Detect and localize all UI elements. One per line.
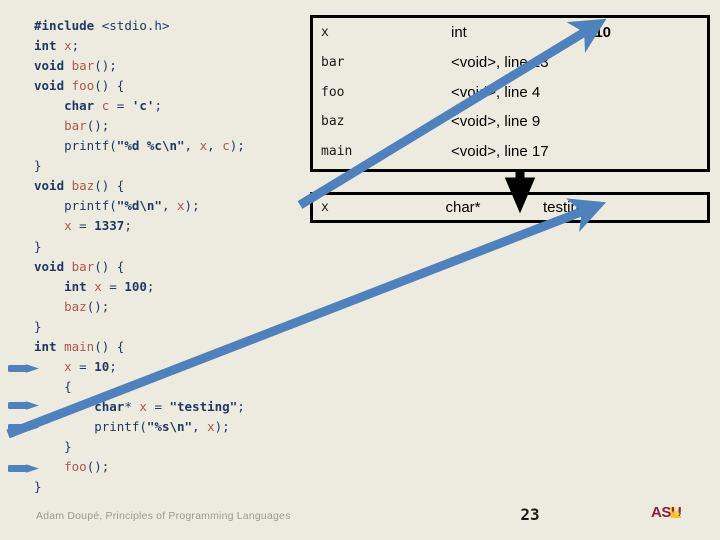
code-line: char c = 'c'; <box>64 98 162 114</box>
env-name: x <box>321 25 329 40</box>
table-row: bar <void>, line 13 <box>313 48 707 78</box>
code-line: } <box>34 479 42 495</box>
table-row: baz <void>, line 9 <box>313 107 707 137</box>
table-row: foo <void>, line 4 <box>313 78 707 108</box>
code-line: #include <stdio.h> <box>34 18 170 33</box>
env-type: <void>, line 9 <box>451 113 541 131</box>
code-line: } <box>34 318 42 334</box>
code-line: bar(); <box>64 118 110 134</box>
table-row: main <void>, line 17 <box>313 137 707 167</box>
env-value: testing <box>543 199 588 216</box>
env-name: foo <box>321 84 345 100</box>
env-value: 10 <box>594 24 611 41</box>
code-line: } <box>34 238 42 254</box>
code-line: printf("%d %c\n", x, c); <box>34 138 245 154</box>
code-line: char* x = "testing"; <box>94 398 245 414</box>
env-name: main <box>321 144 353 160</box>
code-listing: #include <stdio.h> int x; void bar(); void … <box>34 16 304 497</box>
asu-logo: ASU <box>651 504 682 521</box>
env-table-block-scope: x char* testing <box>310 192 710 223</box>
code-line: { <box>34 378 72 394</box>
code-line: int main() { <box>34 338 125 354</box>
code-line: baz(); <box>64 298 110 314</box>
code-line: foo(); <box>64 459 110 475</box>
env-type: <void>, line 17 <box>451 143 549 161</box>
code-line: void baz() { <box>34 178 125 194</box>
env-type: <void>, line 13 <box>451 53 549 71</box>
code-line: int x = 100; <box>64 278 155 294</box>
code-line: } <box>34 158 42 174</box>
slide-canvas: #include <stdio.h> int x; void bar(); void … <box>0 0 720 540</box>
code-line: void bar(); <box>34 58 117 74</box>
code-line: printf("%s\n", x); <box>34 418 230 434</box>
code-line: } <box>34 438 72 454</box>
code-line: void bar() { <box>34 258 125 274</box>
table-row: x int 10 <box>313 18 707 48</box>
footer-credit: Adam Doupé, Principles of Programming La… <box>36 510 291 522</box>
env-table-globals: x int 10 bar <void>, line 13 foo <void>,… <box>310 15 710 172</box>
code-line: printf("%d\n", x); <box>34 198 200 214</box>
code-line: x = 10; <box>64 358 117 374</box>
code-line: void foo() { <box>34 78 125 94</box>
env-name: bar <box>321 54 345 70</box>
table-row: x char* testing <box>313 195 707 220</box>
env-name: baz <box>321 114 345 130</box>
code-line: int x; <box>34 38 80 54</box>
env-type: <void>, line 4 <box>451 83 541 101</box>
code-line: x = 1337; <box>64 218 132 234</box>
page-number: 23 <box>520 505 540 524</box>
